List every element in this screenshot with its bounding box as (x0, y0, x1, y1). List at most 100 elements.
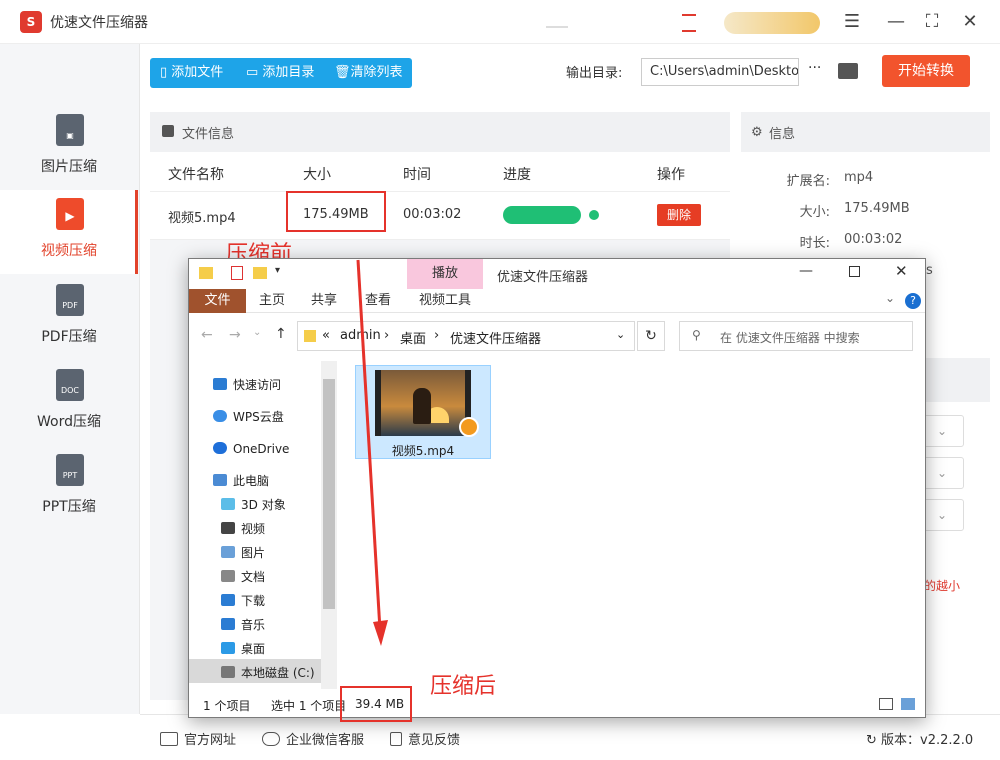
output-dir-input[interactable]: C:\Users\admin\Desktop (641, 58, 799, 86)
nav-3d-objects[interactable]: 3D 对象 (221, 493, 286, 517)
nav-downloads[interactable]: 下载 (221, 589, 265, 613)
tab-share[interactable]: 共享 (303, 289, 345, 313)
add-dir-button[interactable]: ▭ 添加目录 (246, 58, 314, 88)
tab-home[interactable]: 主页 (251, 289, 293, 313)
file-explorer-window: ▾ 播放 优速文件压缩器 — ✕ 文件 主页 共享 查看 视频工具 ⌄ ? ← … (188, 258, 926, 718)
sidebar-item-pdf[interactable]: PDF PDF压缩 (0, 276, 138, 360)
sidebar-item-label: PDF压缩 (41, 329, 97, 345)
nav-pictures[interactable]: 图片 (221, 541, 265, 565)
sidebar-item-label: 视频压缩 (41, 243, 97, 259)
path-overflow[interactable]: « (322, 328, 330, 343)
wechat-service-link[interactable]: 企业微信客服 (262, 729, 364, 748)
nav-label: 视频 (241, 522, 266, 536)
sidebar-item-image[interactable]: ▣ 图片压缩 (0, 106, 138, 190)
properties-icon[interactable] (231, 266, 243, 280)
size-value: 175.49MB (844, 201, 910, 216)
vip-badge[interactable] (724, 12, 820, 34)
folder-icon (199, 267, 213, 279)
info-panel-title: 信息 (769, 127, 796, 142)
search-input[interactable]: ⚲ 在 优速文件压缩器 中搜索 (679, 321, 913, 351)
nav-desktop[interactable]: 桌面 (221, 637, 265, 661)
chevron-down-icon[interactable]: ⌄ (920, 457, 964, 489)
large-icons-view-icon[interactable] (901, 698, 915, 710)
details-view-icon[interactable] (879, 698, 893, 710)
video-file-icon: ▶ (56, 198, 84, 230)
nav-documents[interactable]: 文档 (221, 565, 265, 589)
feedback-label: 意见反馈 (408, 733, 461, 748)
nav-wps-cloud[interactable]: WPS云盘 (213, 405, 284, 429)
skin-icon[interactable] (546, 18, 568, 28)
minimize-icon[interactable]: — (799, 263, 813, 279)
path-current[interactable]: 优速文件压缩器 (450, 328, 541, 347)
hint-text: 的越小 (924, 579, 961, 593)
col-size: 大小 (303, 167, 331, 183)
version-info[interactable]: ↻ 版本：v2.2.2.0 (866, 729, 973, 748)
nav-label: 桌面 (241, 642, 266, 656)
tab-video-tools[interactable]: 视频工具 (407, 289, 483, 313)
forward-icon[interactable]: → (229, 327, 241, 343)
menu-icon[interactable]: ☰ (840, 10, 864, 34)
more-button[interactable]: ··· (808, 60, 821, 76)
nav-this-pc[interactable]: 此电脑 (213, 469, 269, 493)
sidebar-item-video[interactable]: ▶ 视频压缩 (0, 190, 138, 274)
document-folder-icon (221, 570, 235, 582)
nav-local-disk[interactable]: 本地磁盘 (C:) (221, 661, 315, 685)
notify-icon[interactable] (682, 14, 696, 32)
sidebar-item-ppt[interactable]: PPT PPT压缩 (0, 446, 138, 530)
item-count: 1 个项目 (203, 699, 251, 713)
new-folder-icon[interactable] (253, 267, 267, 279)
maximize-icon[interactable]: ⛶ (920, 10, 944, 34)
nav-label: 3D 对象 (241, 498, 286, 512)
close-icon[interactable]: ✕ (958, 10, 982, 34)
add-file-button[interactable]: ▯ 添加文件 (160, 58, 223, 88)
nav-onedrive[interactable]: OneDrive (213, 437, 289, 461)
app-title: 优速文件压缩器 (50, 15, 148, 31)
file-icon: ▯ (160, 65, 172, 80)
chevron-down-icon[interactable]: ⌄ (920, 415, 964, 447)
nav-quick-access[interactable]: 快速访问 (213, 373, 281, 397)
chevron-down-icon[interactable]: ▾ (275, 265, 280, 276)
col-time: 时间 (403, 167, 431, 183)
version-label: 版本：v2.2.2.0 (881, 733, 974, 748)
nav-scroll-thumb[interactable] (323, 379, 335, 609)
chevron-down-icon[interactable]: ⌄ (616, 328, 625, 341)
highlight-box-after (340, 686, 412, 722)
feedback-link[interactable]: 意见反馈 (390, 729, 460, 748)
partial-text: s (926, 263, 933, 278)
nav-videos[interactable]: 视频 (221, 517, 265, 541)
refresh-icon: ↻ (866, 733, 882, 748)
ppt-file-icon: PPT (56, 454, 84, 486)
sidebar-item-word[interactable]: DOC Word压缩 (0, 361, 138, 445)
col-action: 操作 (657, 167, 685, 183)
maximize-icon[interactable] (849, 266, 860, 277)
folder-open-icon[interactable] (838, 63, 858, 79)
download-icon (221, 594, 235, 606)
start-convert-button[interactable]: 开始转换 (882, 55, 970, 87)
delete-button[interactable]: 删除 (657, 204, 701, 226)
tab-file[interactable]: 文件 (189, 289, 246, 313)
chevron-down-icon[interactable]: ⌄ (920, 499, 964, 531)
trash-icon: 🗑 (334, 65, 351, 80)
up-icon[interactable]: ↑ (275, 326, 287, 342)
minimize-icon[interactable]: — (884, 10, 908, 34)
tab-play[interactable]: 播放 (407, 259, 483, 289)
folder-icon (304, 330, 316, 342)
website-link[interactable]: 官方网址 (160, 729, 236, 748)
computer-icon (213, 474, 227, 486)
path-desktop[interactable]: 桌面 (400, 328, 426, 347)
play-icon (459, 417, 479, 437)
back-icon[interactable]: ← (201, 327, 213, 343)
clear-list-button[interactable]: 🗑清除列表 (334, 58, 403, 88)
chevron-down-icon[interactable]: ⌄ (885, 291, 895, 305)
pdf-file-icon: PDF (56, 284, 84, 316)
close-icon[interactable]: ✕ (895, 262, 908, 280)
thumbnail-person (413, 388, 431, 424)
wechat-label: 企业微信客服 (286, 733, 365, 748)
table-row[interactable]: 视频5.mp4 175.49MB 00:03:02 删除 (150, 192, 730, 240)
help-icon[interactable]: ? (905, 293, 921, 309)
nav-music[interactable]: 音乐 (221, 613, 265, 637)
refresh-icon[interactable]: ↻ (637, 321, 665, 351)
image-icon (162, 125, 174, 137)
nav-label: 音乐 (241, 618, 266, 632)
chevron-down-icon[interactable]: ⌄ (253, 327, 261, 338)
